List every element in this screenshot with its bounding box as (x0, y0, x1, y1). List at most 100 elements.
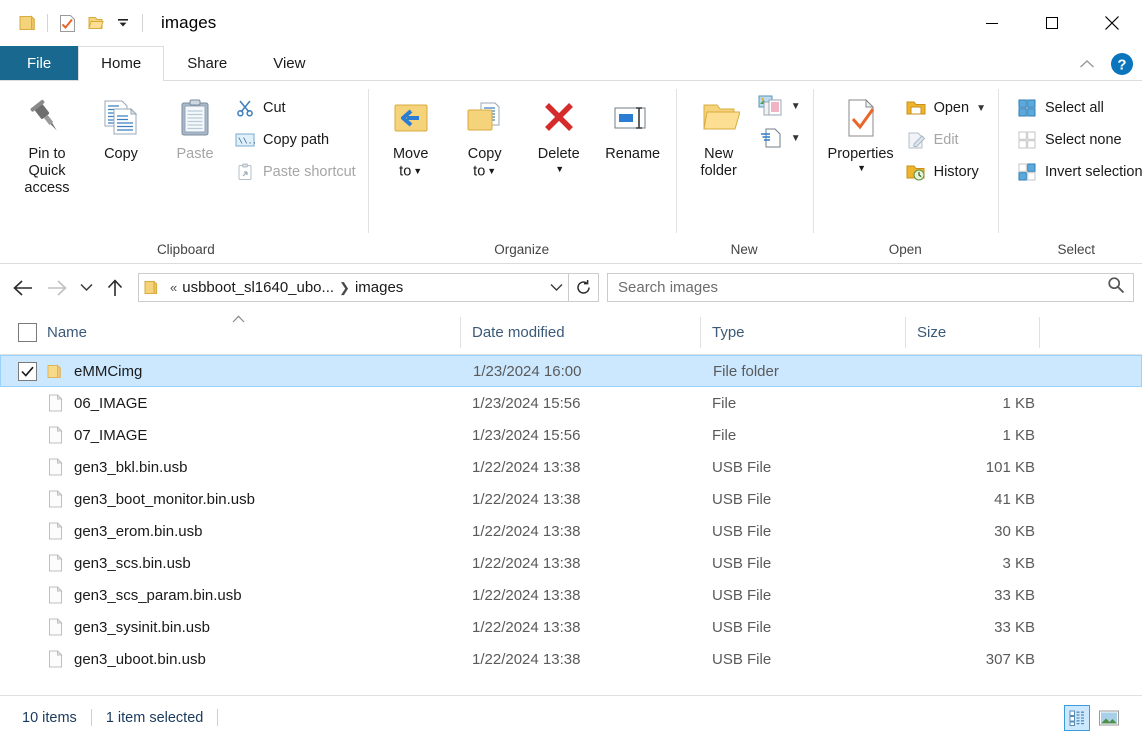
history-button[interactable]: History (903, 157, 992, 187)
chevron-up-icon[interactable] (1074, 51, 1100, 77)
rename-button[interactable]: Rename (596, 89, 670, 193)
file-name-label: 06_IMAGE (74, 394, 148, 412)
breadcrumb-current[interactable]: images (355, 279, 403, 296)
file-date-cell: 1/22/2024 13:38 (472, 554, 581, 572)
file-name-cell[interactable]: eMMCimg (1, 361, 461, 381)
chevron-down-icon[interactable]: ▼ (555, 164, 564, 174)
select-all-button[interactable]: Select all (1014, 93, 1142, 123)
chevron-down-icon[interactable]: ▼ (857, 163, 866, 173)
file-date-cell: 1/22/2024 13:38 (472, 522, 581, 540)
refresh-button[interactable] (569, 273, 599, 302)
table-row[interactable]: 06_IMAGE 1/23/2024 15:56 File 1 KB (0, 387, 1142, 419)
search-input[interactable]: Search images (607, 273, 1134, 302)
back-button[interactable] (6, 271, 40, 305)
customize-qat-icon[interactable] (109, 8, 137, 38)
status-bar: 10 items 1 item selected (0, 695, 1142, 739)
paste-shortcut-button[interactable]: Paste shortcut (232, 157, 362, 187)
column-header-name[interactable]: Name (0, 311, 460, 354)
chevron-down-icon[interactable]: ▼ (791, 101, 801, 112)
table-row[interactable]: gen3_bkl.bin.usb 1/22/2024 13:38 USB File 1… (0, 451, 1142, 483)
move-to-button[interactable]: Move to ▼ (374, 89, 448, 193)
paste-button[interactable]: Paste (158, 89, 232, 193)
file-date-cell: 1/22/2024 13:38 (472, 458, 581, 476)
tab-home[interactable]: Home (78, 46, 165, 81)
table-row[interactable]: gen3_scs.bin.usb 1/22/2024 13:38 USB File 3… (0, 547, 1142, 579)
up-button[interactable] (98, 271, 132, 305)
easy-access-button[interactable]: ▼ (756, 123, 807, 153)
tab-view[interactable]: View (250, 46, 328, 80)
pin-to-quick-access-button[interactable]: Pin to Quick access (10, 89, 84, 197)
chevron-down-icon[interactable]: ▼ (487, 166, 496, 176)
table-row[interactable]: eMMCimg 1/23/2024 16:00 File folder (0, 355, 1142, 387)
table-row[interactable]: gen3_sysinit.bin.usb 1/22/2024 13:38 USB F… (0, 611, 1142, 643)
table-row[interactable]: gen3_boot_monitor.bin.usb 1/22/2024 13:38… (0, 483, 1142, 515)
table-row[interactable]: 07_IMAGE 1/23/2024 15:56 File 1 KB (0, 419, 1142, 451)
tab-file[interactable]: File (0, 46, 79, 80)
file-name-cell[interactable]: gen3_scs_param.bin.usb (0, 586, 460, 605)
minimize-button[interactable] (962, 0, 1022, 46)
invert-selection-button[interactable]: Invert selection (1014, 157, 1142, 187)
chevron-down-icon[interactable]: ▼ (791, 133, 801, 144)
file-name-cell[interactable]: gen3_sysinit.bin.usb (0, 618, 460, 637)
file-type-cell: File (712, 394, 737, 412)
chevron-down-icon[interactable]: ▼ (413, 166, 422, 176)
column-header-date-modified[interactable]: Date modified (460, 311, 700, 354)
maximize-button[interactable] (1022, 0, 1082, 46)
new-folder-icon[interactable] (81, 8, 109, 38)
select-none-button[interactable]: Select none (1014, 125, 1142, 155)
forward-button[interactable] (40, 271, 74, 305)
ribbon-group-label-select: Select (1057, 242, 1096, 257)
select-all-checkbox[interactable] (18, 323, 37, 342)
breadcrumb-overflow[interactable]: « (165, 280, 182, 295)
cut-label: Cut (263, 100, 286, 116)
breadcrumb-parent[interactable]: usbboot_sl1640_ubo... (182, 279, 334, 296)
table-row[interactable]: gen3_uboot.bin.usb 1/22/2024 13:38 USB Fil… (0, 643, 1142, 675)
cut-button[interactable]: Cut (232, 93, 362, 123)
tab-share[interactable]: Share (164, 46, 250, 80)
column-header-size[interactable]: Size (905, 311, 1040, 354)
search-icon[interactable] (1107, 276, 1125, 299)
paste-shortcut-label: Paste shortcut (263, 164, 356, 180)
column-header-type[interactable]: Type (700, 311, 905, 354)
copy-to-button[interactable]: Copy to ▼ (448, 89, 522, 193)
file-list[interactable]: eMMCimg 1/23/2024 16:00 File folder 06_IMAG… (0, 355, 1142, 695)
file-name-cell[interactable]: gen3_scs.bin.usb (0, 554, 460, 573)
help-icon[interactable]: ? (1110, 52, 1134, 76)
properties-button[interactable]: Properties ▼ (819, 89, 903, 193)
file-name-cell[interactable]: gen3_uboot.bin.usb (0, 650, 460, 669)
pin-icon (27, 93, 67, 143)
copy-button[interactable]: Copy (84, 89, 158, 193)
file-size-cell: 101 KB (985, 458, 1035, 476)
delete-button[interactable]: Delete ▼ (522, 89, 596, 193)
ribbon-group-organize: Move to ▼ Copy to ▼ Delete ▼ Rename Orga… (367, 81, 676, 263)
select-all-label: Select all (1044, 100, 1104, 116)
copy-path-button[interactable]: \\... Copy path (232, 125, 362, 155)
edit-button[interactable]: Edit (903, 125, 992, 155)
table-row[interactable]: gen3_erom.bin.usb 1/22/2024 13:38 USB File… (0, 515, 1142, 547)
column-header-size-label: Size (917, 324, 947, 341)
chevron-down-icon[interactable]: ▼ (976, 103, 986, 114)
breadcrumb[interactable]: « usbboot_sl1640_ubo... ❯ images (138, 273, 569, 302)
row-checkbox[interactable] (18, 361, 37, 381)
file-name-cell[interactable]: gen3_boot_monitor.bin.usb (0, 490, 460, 509)
file-name-cell[interactable]: gen3_erom.bin.usb (0, 522, 460, 541)
details-view-button[interactable] (1064, 704, 1090, 731)
file-name-cell[interactable]: gen3_bkl.bin.usb (0, 458, 460, 477)
new-folder-label-1: New (704, 146, 734, 162)
svg-text:\\...: \\... (238, 138, 255, 147)
close-button[interactable] (1082, 0, 1142, 46)
file-icon (46, 554, 64, 572)
file-name-cell[interactable]: 07_IMAGE (0, 426, 460, 445)
new-folder-button[interactable]: New folder (682, 89, 756, 193)
chevron-down-icon[interactable] (544, 283, 568, 292)
file-name-cell[interactable]: 06_IMAGE (0, 394, 460, 413)
folder-icon[interactable] (14, 8, 42, 38)
file-size-cell: 30 KB (994, 522, 1035, 540)
recent-locations-button[interactable] (74, 271, 98, 305)
delete-icon (539, 93, 579, 143)
new-item-button[interactable]: ▼ (756, 91, 807, 121)
properties-icon[interactable] (53, 8, 81, 38)
open-button[interactable]: Open ▼ (903, 93, 992, 123)
large-icons-view-button[interactable] (1096, 705, 1122, 731)
table-row[interactable]: gen3_scs_param.bin.usb 1/22/2024 13:38 USB… (0, 579, 1142, 611)
